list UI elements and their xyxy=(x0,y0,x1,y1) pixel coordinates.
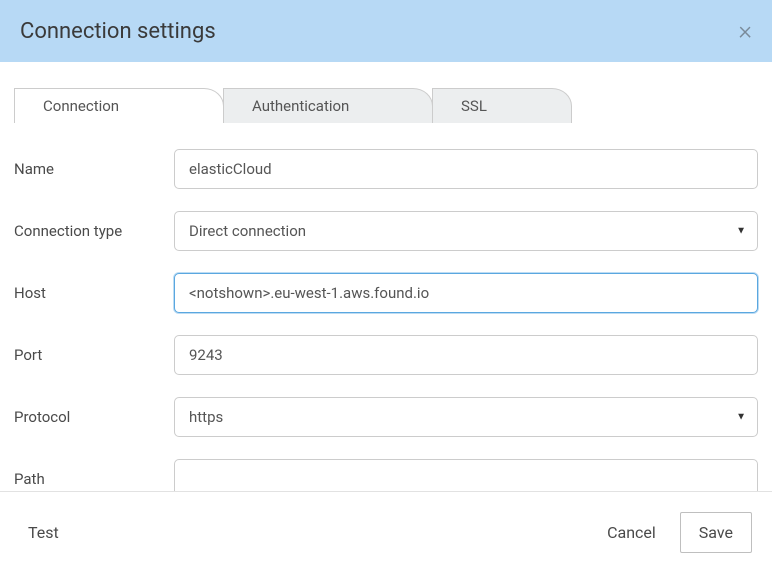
host-field[interactable] xyxy=(174,273,758,313)
label-path: Path xyxy=(14,470,174,488)
row-connection-type: Connection type ▼ xyxy=(14,211,758,251)
tab-connection[interactable]: Connection xyxy=(14,88,224,123)
label-host: Host xyxy=(14,284,174,302)
name-field[interactable] xyxy=(174,149,758,189)
protocol-select[interactable] xyxy=(174,397,758,437)
close-icon[interactable]: × xyxy=(738,18,752,44)
modal-footer: Test Cancel Save xyxy=(0,491,772,573)
label-connection-type: Connection type xyxy=(14,222,174,240)
form-body: Name Connection type ▼ Host Port Protoco… xyxy=(0,123,772,539)
row-host: Host xyxy=(14,273,758,313)
label-port: Port xyxy=(14,346,174,364)
save-button[interactable]: Save xyxy=(680,512,752,553)
row-name: Name xyxy=(14,149,758,189)
connection-type-select[interactable] xyxy=(174,211,758,251)
row-port: Port xyxy=(14,335,758,375)
modal-title: Connection settings xyxy=(20,19,216,44)
row-protocol: Protocol ▼ xyxy=(14,397,758,437)
label-protocol: Protocol xyxy=(14,408,174,426)
label-name: Name xyxy=(14,160,174,178)
tab-authentication[interactable]: Authentication xyxy=(223,88,433,123)
tabs: Connection Authentication SSL xyxy=(0,88,772,123)
tab-ssl[interactable]: SSL xyxy=(432,88,572,123)
modal-header: Connection settings × xyxy=(0,0,772,62)
port-field[interactable] xyxy=(174,335,758,375)
test-button[interactable]: Test xyxy=(28,523,59,542)
cancel-button[interactable]: Cancel xyxy=(607,523,656,542)
footer-right: Cancel Save xyxy=(607,512,752,553)
